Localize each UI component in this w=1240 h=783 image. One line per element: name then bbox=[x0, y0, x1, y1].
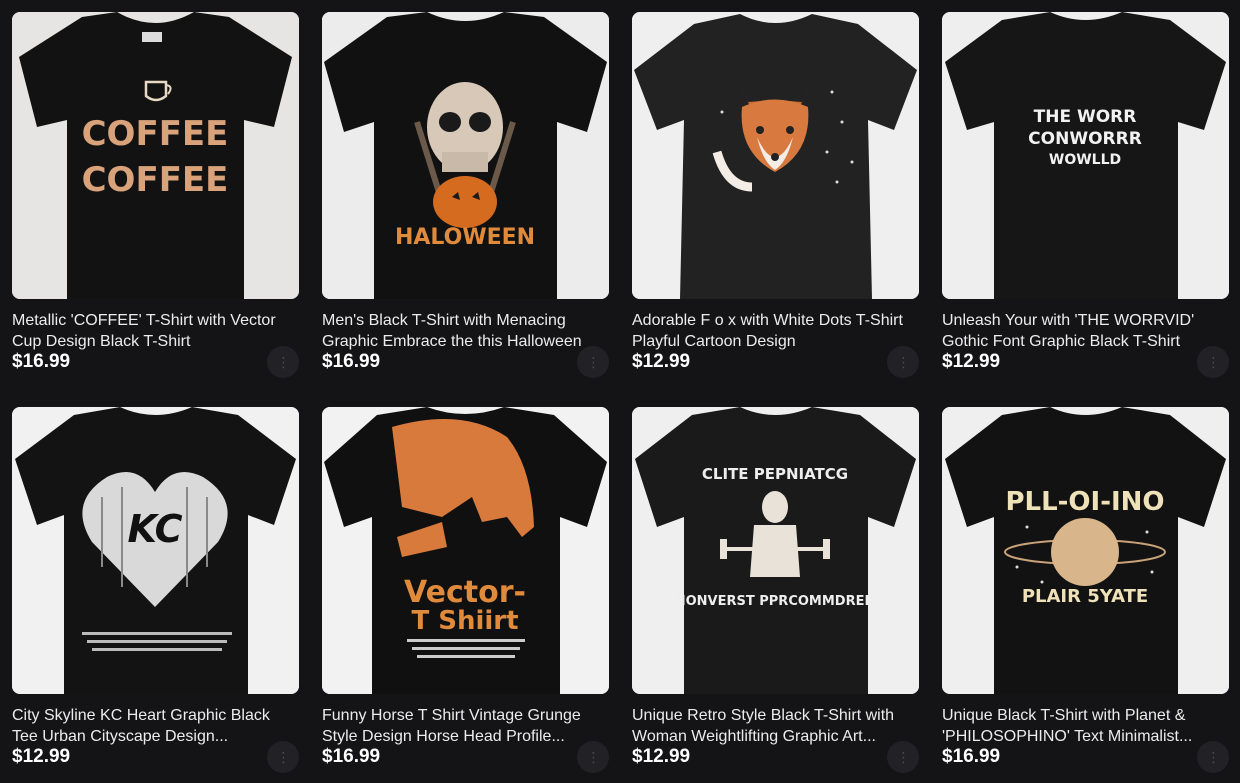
kc-heart-shirt-image: KC bbox=[12, 407, 299, 694]
shirt-print-text: HALOWEEN bbox=[395, 225, 535, 250]
shirt-print-text: CLITE PEPNIATCG bbox=[702, 465, 848, 483]
shirt-print-text: PLAIR 5YATE bbox=[1022, 586, 1148, 607]
product-card[interactable]: THE WORR CONWORRR WOWLLD Unleash Your wi… bbox=[942, 12, 1229, 378]
more-options-icon: ⋮ bbox=[276, 354, 291, 370]
product-title[interactable]: Metallic 'COFFEE' T-Shirt with Vector Cu… bbox=[12, 310, 299, 352]
more-options-button[interactable]: ⋮ bbox=[267, 741, 299, 773]
more-options-icon: ⋮ bbox=[586, 749, 601, 765]
product-price: $12.99 bbox=[12, 746, 71, 767]
more-options-button[interactable]: ⋮ bbox=[577, 346, 609, 378]
product-price: $12.99 bbox=[942, 351, 1001, 372]
gothic-text-shirt-image: THE WORR CONWORRR WOWLLD bbox=[942, 12, 1229, 299]
product-price: $16.99 bbox=[322, 746, 381, 767]
product-image[interactable]: COFFEE COFFEE bbox=[12, 12, 299, 299]
planet-shirt-image: PLL-OI-INO PLAIR 5YATE bbox=[942, 407, 1229, 694]
product-price: $16.99 bbox=[12, 351, 71, 372]
product-price: $12.99 bbox=[632, 351, 691, 372]
more-options-button[interactable]: ⋮ bbox=[267, 346, 299, 378]
product-card[interactable]: COFFEE COFFEE Metallic 'COFFEE' T-Shirt … bbox=[12, 12, 299, 378]
shirt-print-text: CONWORRR bbox=[1028, 129, 1142, 149]
shirt-print-text: WOWLLD bbox=[1049, 152, 1121, 168]
product-title[interactable]: Unique Black T-Shirt with Planet & 'PHIL… bbox=[942, 705, 1229, 747]
product-image[interactable]: THE WORR CONWORRR WOWLLD bbox=[942, 12, 1229, 299]
product-price: $16.99 bbox=[942, 746, 1001, 767]
shirt-print-text: Vector- bbox=[404, 575, 526, 610]
more-options-icon: ⋮ bbox=[1206, 354, 1221, 370]
weightlifting-shirt-image: CLITE PEPNIATCG NONVERST PPRCOMMDRED bbox=[632, 407, 919, 694]
product-title[interactable]: Adorable F o x with White Dots T-Shirt P… bbox=[632, 310, 919, 352]
more-options-button[interactable]: ⋮ bbox=[1197, 741, 1229, 773]
product-image[interactable]: PLL-OI-INO PLAIR 5YATE bbox=[942, 407, 1229, 694]
product-title[interactable]: Funny Horse T Shirt Vintage Grunge Style… bbox=[322, 705, 609, 747]
shirt-print-text: COFFEE bbox=[82, 160, 229, 200]
coffee-shirt-image: COFFEE COFFEE bbox=[12, 12, 299, 299]
product-image[interactable]: Vector- T Shiirt bbox=[322, 407, 609, 694]
more-options-button[interactable]: ⋮ bbox=[577, 741, 609, 773]
more-options-icon: ⋮ bbox=[276, 749, 291, 765]
product-card[interactable]: Adorable F o x with White Dots T-Shirt P… bbox=[632, 12, 919, 378]
more-options-icon: ⋮ bbox=[586, 354, 601, 370]
product-image[interactable]: KC bbox=[12, 407, 299, 694]
halloween-shirt-image: HALOWEEN bbox=[322, 12, 609, 299]
fox-shirt-image bbox=[632, 12, 919, 299]
shirt-print-text: THE WORR bbox=[1034, 107, 1137, 127]
product-card[interactable]: HALOWEEN Men's Black T-Shirt with Menaci… bbox=[322, 12, 609, 378]
product-price: $12.99 bbox=[632, 746, 691, 767]
product-image[interactable]: CLITE PEPNIATCG NONVERST PPRCOMMDRED bbox=[632, 407, 919, 694]
more-options-icon: ⋮ bbox=[1206, 749, 1221, 765]
shirt-print-text: COFFEE bbox=[82, 114, 229, 154]
horse-shirt-image: Vector- T Shiirt bbox=[322, 407, 609, 694]
product-title[interactable]: Unleash Your with 'THE WORRVID' Gothic F… bbox=[942, 310, 1229, 352]
product-grid: COFFEE COFFEE Metallic 'COFFEE' T-Shirt … bbox=[0, 0, 1240, 783]
more-options-icon: ⋮ bbox=[896, 749, 911, 765]
shirt-print-text: NONVERST PPRCOMMDRED bbox=[675, 594, 876, 609]
product-title[interactable]: City Skyline KC Heart Graphic Black Tee … bbox=[12, 705, 299, 747]
product-title[interactable]: Men's Black T-Shirt with Menacing Graphi… bbox=[322, 310, 609, 352]
product-title[interactable]: Unique Retro Style Black T-Shirt with Wo… bbox=[632, 705, 919, 747]
product-card[interactable]: KC City Skyline KC Heart Graphic Black T… bbox=[12, 407, 299, 773]
shirt-print-text: PLL-OI-INO bbox=[1005, 487, 1164, 517]
product-card[interactable]: PLL-OI-INO PLAIR 5YATE Unique Black T-Sh… bbox=[942, 407, 1229, 773]
product-card[interactable]: Vector- T Shiirt Funny Horse T Shirt Vin… bbox=[322, 407, 609, 773]
more-options-icon: ⋮ bbox=[896, 354, 911, 370]
more-options-button[interactable]: ⋮ bbox=[887, 741, 919, 773]
product-image[interactable] bbox=[632, 12, 919, 299]
more-options-button[interactable]: ⋮ bbox=[1197, 346, 1229, 378]
shirt-print-text: KC bbox=[128, 507, 183, 551]
product-price: $16.99 bbox=[322, 351, 381, 372]
more-options-button[interactable]: ⋮ bbox=[887, 346, 919, 378]
product-image[interactable]: HALOWEEN bbox=[322, 12, 609, 299]
product-card[interactable]: CLITE PEPNIATCG NONVERST PPRCOMMDRED Uni… bbox=[632, 407, 919, 773]
shirt-print-text: T Shiirt bbox=[411, 606, 518, 636]
